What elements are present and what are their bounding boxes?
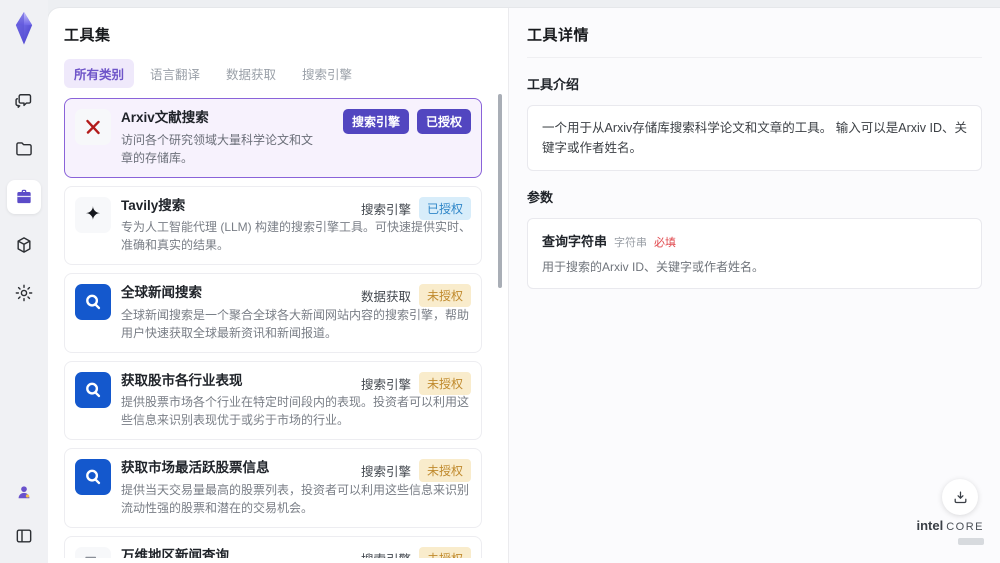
tool-card-region-news[interactable]: 万维地区新闻查询 查询具体行政区划内的新闻，快速了解各地新闻动向。 搜索引擎 未… (64, 535, 482, 558)
main-content: 工具集 所有类别 语言翻译 数据获取 搜索引擎 Arxiv文献搜索 访问各个研究… (48, 8, 1000, 563)
tab-search-engine[interactable]: 搜索引擎 (292, 59, 362, 88)
category-badge[interactable]: 搜索引擎 (342, 109, 409, 134)
category-label: 搜索引擎 (360, 202, 411, 217)
status-badge: 未授权 (418, 459, 471, 483)
tool-desc: 专为人工智能代理 (LLM) 构建的搜索引擎工具。可快速提供实时、准确和真实的结… (121, 220, 472, 253)
param-required-flag: 必填 (654, 237, 677, 249)
chat-icon[interactable] (7, 84, 41, 118)
tavily-star-icon: ✦ (75, 196, 111, 233)
brand-core-text: CORE (946, 521, 984, 533)
param-card: 查询字符串 字符串 必填 用于搜索的Arxiv ID、关键字或作者姓名。 (527, 218, 982, 289)
tool-desc: 提供当天交易量最高的股票列表，投资者可以利用这些信息来识别流动性强的股票和潜在的… (121, 482, 470, 515)
stock-sector-icon (75, 371, 111, 408)
tab-data-acquisition[interactable]: 数据获取 (216, 59, 286, 88)
cube-icon[interactable] (7, 228, 41, 262)
param-name: 查询字符串 (542, 234, 608, 249)
tool-card-arxiv[interactable]: Arxiv文献搜索 访问各个研究领域大量科学论文和文章的存储库。 搜索引擎 已授… (64, 98, 482, 178)
tool-card-sector-performance[interactable]: 获取股市各行业表现 提供股票市场各个行业在特定时间段内的表现。投资者可以利用这些… (64, 360, 482, 441)
param-desc: 用于搜索的Arxiv ID、关键字或作者姓名。 (542, 260, 765, 274)
params-section-title: 参数 (527, 190, 554, 205)
app-window: 工具集 所有类别 语言翻译 数据获取 搜索引擎 Arxiv文献搜索 访问各个研究… (0, 0, 1000, 563)
category-label: 搜索引擎 (360, 465, 411, 480)
intel-core-logo: intel CORE (916, 519, 984, 549)
panel-toggle-icon[interactable] (7, 519, 41, 553)
page-title: 工具集 (64, 27, 111, 44)
intro-text: 一个用于从Arxiv存储库搜索科学论文和文章的工具。 输入可以是Arxiv ID… (527, 105, 982, 171)
tool-card-most-active-stocks[interactable]: 获取市场最活跃股票信息 提供当天交易量最高的股票列表，投资者可以利用这些信息来识… (64, 448, 482, 528)
list-scrollbar[interactable] (498, 94, 502, 288)
category-label: 数据获取 (360, 290, 411, 305)
status-badge[interactable]: 已授权 (416, 109, 471, 134)
nav-rail-bottom (0, 475, 48, 553)
tool-card-tavily[interactable]: ✦ Tavily搜索 专为人工智能代理 (LLM) 构建的搜索引擎工具。可快速提… (64, 185, 482, 266)
tab-language-translation[interactable]: 语言翻译 (140, 59, 210, 88)
region-news-icon (75, 546, 111, 558)
tool-list: Arxiv文献搜索 访问各个研究领域大量科学论文和文章的存储库。 搜索引擎 已授… (64, 98, 508, 558)
briefcase-icon[interactable] (7, 180, 41, 214)
tool-desc: 提供股票市场各个行业在特定时间段内的表现。投资者可以利用这些信息来识别表现优于或… (121, 395, 470, 428)
tool-desc: 全球新闻搜索是一个聚合全球各大新闻网站内容的搜索引擎，帮助用户快速获取全球最新资… (121, 307, 470, 340)
tool-list-panel: 工具集 所有类别 语言翻译 数据获取 搜索引擎 Arxiv文献搜索 访问各个研究… (48, 8, 508, 563)
intro-section-title: 工具介绍 (527, 77, 580, 92)
tab-all-categories[interactable]: 所有类别 (64, 59, 135, 88)
detail-title: 工具详情 (527, 24, 982, 58)
tool-card-global-news[interactable]: 全球新闻搜索 全球新闻搜索是一个聚合全球各大新闻网站内容的搜索引擎，帮助用户快速… (64, 273, 482, 353)
app-logo (9, 12, 39, 45)
brand-ultra-tag (958, 538, 984, 545)
category-label: 搜索引擎 (360, 377, 411, 392)
arxiv-icon (75, 109, 111, 145)
param-type: 字符串 (614, 237, 648, 249)
status-badge: 未授权 (418, 284, 471, 308)
status-badge: 未授权 (418, 546, 471, 558)
nav-rail-items (7, 84, 41, 310)
brand-intel-text: intel (916, 518, 944, 533)
download-button[interactable] (942, 479, 978, 515)
download-icon (954, 491, 966, 503)
folder-icon[interactable] (7, 132, 41, 166)
active-stock-icon (75, 459, 111, 496)
status-badge: 已授权 (418, 196, 471, 220)
tool-desc: 访问各个研究领域大量科学论文和文章的存储库。 (121, 132, 314, 165)
avatar-icon[interactable] (7, 475, 41, 509)
gear-icon[interactable] (7, 276, 41, 310)
status-badge: 未授权 (418, 371, 471, 395)
tool-detail-panel: 工具详情 工具介绍 一个用于从Arxiv存储库搜索科学论文和文章的工具。 输入可… (509, 8, 1000, 563)
category-label: 搜索引擎 (361, 549, 411, 558)
category-tabs: 所有类别 语言翻译 数据获取 搜索引擎 (64, 59, 508, 88)
nav-rail (0, 0, 48, 563)
news-search-icon (75, 284, 111, 321)
